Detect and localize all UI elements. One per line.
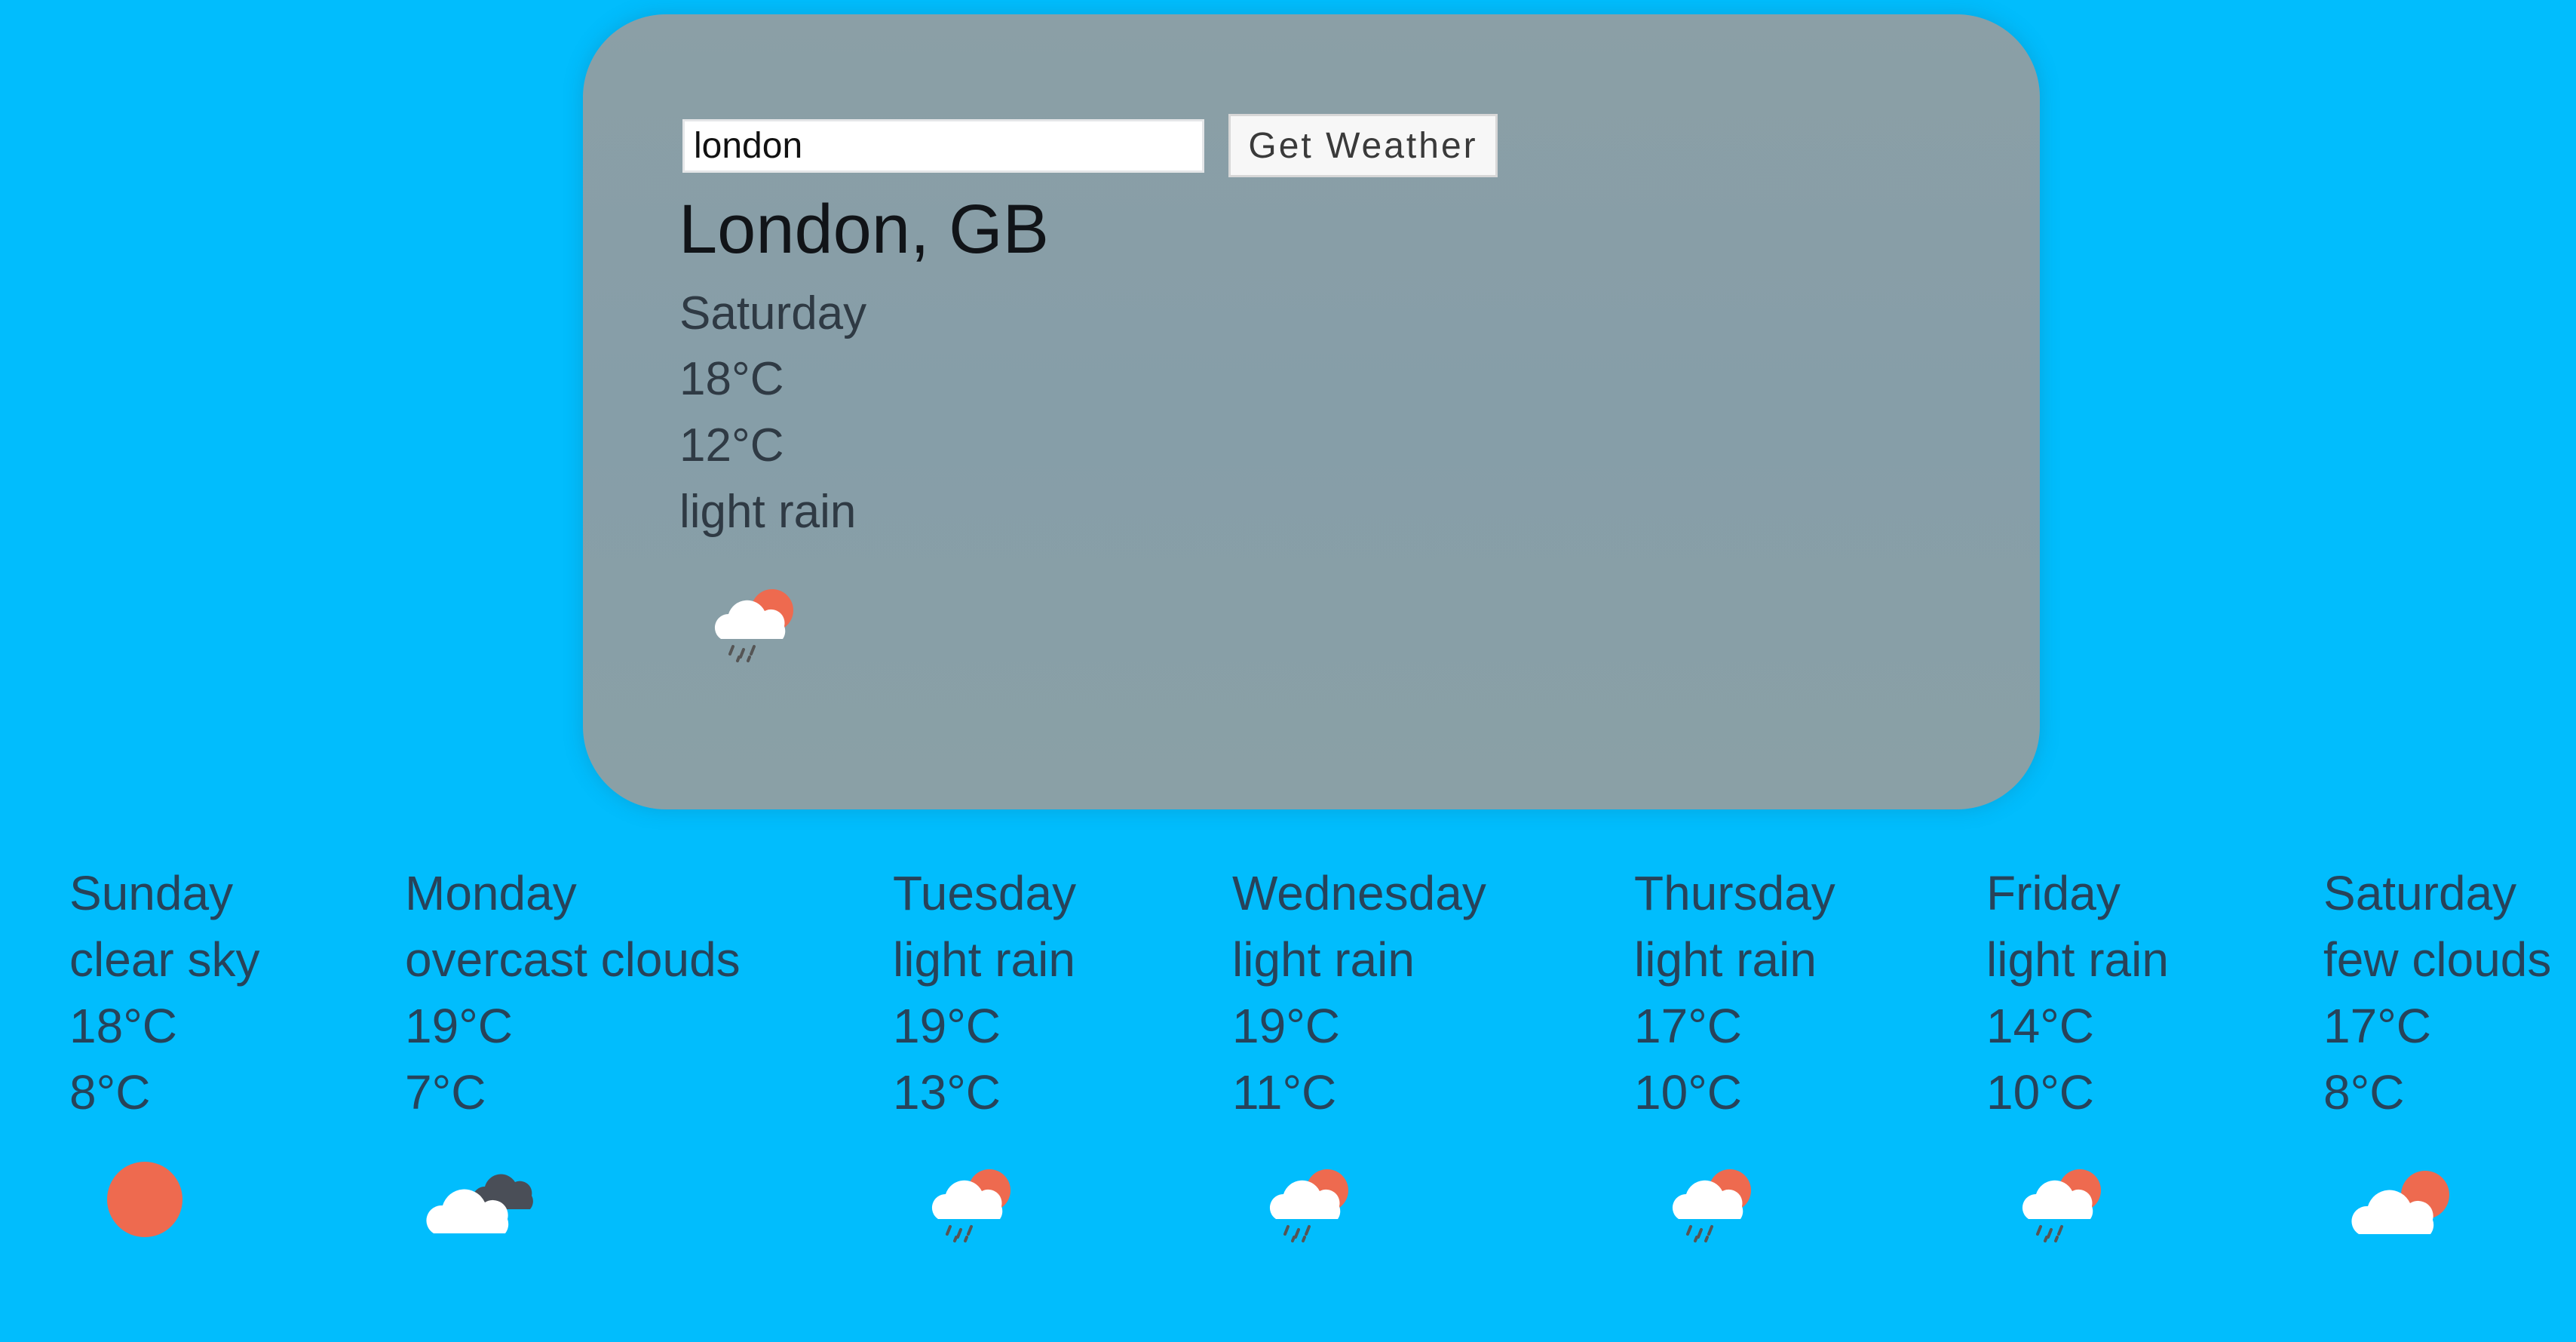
forecast-max-temp: 17°C [2323,999,2431,1053]
forecast-day-monday: Monday overcast clouds 19°C 7°C [405,860,741,1125]
forecast-day-name: Tuesday [893,866,1077,920]
forecast-description: light rain [1986,932,2169,987]
forecast-day-saturday: Saturday few clouds 17°C 8°C [2323,860,2551,1125]
forecast-day-name: Thursday [1634,866,1835,920]
forecast-description: overcast clouds [405,932,741,987]
forecast-min-temp: 11°C [1232,1065,1337,1119]
forecast-day-thursday: Thursday light rain 17°C 10°C [1634,860,1835,1125]
forecast-day-name: Saturday [2323,866,2517,920]
forecast-day-name: Friday [1986,866,2121,920]
forecast-max-temp: 18°C [69,999,177,1053]
forecast-day-wednesday: Wednesday light rain 19°C 11°C [1232,860,1486,1125]
forecast-description: light rain [893,932,1075,987]
forecast-min-temp: 8°C [69,1065,151,1119]
current-city-title: London, GB [679,191,1050,268]
current-description: light rain [679,486,857,538]
forecast-min-temp: 10°C [1634,1065,1742,1119]
forecast-day-sunday: Sunday clear sky 18°C 8°C [69,860,260,1125]
forecast-min-temp: 8°C [2323,1065,2405,1119]
sun-icon [107,1162,182,1237]
current-min-temp: 12°C [679,419,784,471]
forecast-max-temp: 17°C [1634,999,1742,1053]
forecast-max-temp: 19°C [1232,999,1340,1053]
get-weather-button[interactable]: Get Weather [1228,114,1498,177]
forecast-min-temp: 7°C [405,1065,486,1119]
forecast-max-temp: 19°C [893,999,1001,1053]
forecast-max-temp: 19°C [405,999,513,1053]
forecast-day-name: Wednesday [1232,866,1486,920]
few-clouds-icon [2351,1171,2449,1234]
light-rain-partly-sunny-icon [714,589,793,662]
forecast-day-name: Sunday [69,866,234,920]
light-rain-icon [1672,1169,1751,1242]
light-rain-icon [2022,1169,2101,1242]
light-rain-icon [931,1169,1010,1242]
forecast-day-name: Monday [405,866,577,920]
forecast-day-tuesday: Tuesday light rain 19°C 13°C [893,860,1076,1125]
forecast-description: clear sky [69,932,260,987]
city-search-input[interactable] [682,119,1204,173]
forecast-min-temp: 10°C [1986,1065,2094,1119]
current-max-temp: 18°C [679,353,784,405]
forecast-min-temp: 13°C [893,1065,1001,1119]
forecast-description: light rain [1634,932,1817,987]
forecast-day-friday: Friday light rain 14°C 10°C [1986,860,2169,1125]
overcast-clouds-icon [426,1174,533,1233]
forecast-description: light rain [1232,932,1415,987]
light-rain-icon [1269,1169,1348,1242]
current-day: Saturday [679,287,867,339]
forecast-description: few clouds [2323,932,2552,987]
forecast-max-temp: 14°C [1986,999,2094,1053]
